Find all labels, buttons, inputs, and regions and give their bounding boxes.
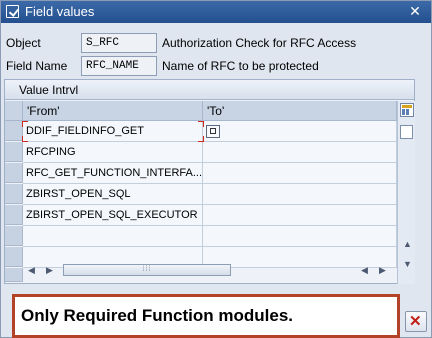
table-row-from-cell[interactable]: RFC_GET_FUNCTION_INTERFA...	[23, 163, 203, 184]
table-title: Value Intrvl	[5, 80, 414, 100]
row-selector[interactable]	[5, 205, 23, 225]
table-row-to-cell[interactable]	[203, 121, 397, 142]
column-header-to[interactable]: 'To'	[203, 101, 397, 121]
table-row-from-cell[interactable]	[23, 226, 203, 247]
row-selector[interactable]	[5, 247, 23, 267]
scroll-right-icon[interactable]: ▶	[46, 265, 53, 276]
scroll-up-icon[interactable]: ▲	[403, 239, 412, 249]
table-row-to-cell[interactable]	[203, 163, 397, 184]
horizontal-scroll-thumb[interactable]: ⁞⁞⁞	[63, 264, 231, 276]
row-selector[interactable]	[5, 121, 23, 141]
field-name-field: RFC_NAME	[81, 56, 157, 76]
table-row-to-cell[interactable]	[203, 205, 397, 226]
value-interval-table: Value Intrvl 'From' 'To' DDIF_FIELDINFO_…	[4, 79, 415, 284]
row-selector[interactable]	[5, 142, 23, 162]
vertical-scrollbar[interactable]: ▲ ▼	[397, 101, 415, 284]
object-description: Authorization Check for RFC Access	[162, 36, 357, 50]
table-row-to-cell[interactable]	[203, 142, 397, 163]
focus-corner	[22, 121, 28, 127]
table-row-from-cell[interactable]: DDIF_FIELDINFO_GET	[23, 121, 203, 142]
window-title: Field values	[25, 4, 95, 19]
focus-corner	[198, 121, 204, 127]
column-settings-icon[interactable]	[400, 103, 414, 117]
close-icon[interactable]: ✕	[407, 3, 423, 19]
field-name-label: Field Name	[6, 59, 68, 73]
checkbox-icon	[6, 5, 19, 18]
table-row-to-cell[interactable]	[203, 226, 397, 247]
object-field: S_RFC	[81, 33, 157, 53]
row-selector[interactable]	[5, 163, 23, 183]
cancel-button[interactable]	[405, 311, 427, 332]
object-label: Object	[6, 36, 41, 50]
table-row-from-cell[interactable]: RFCPING	[23, 142, 203, 163]
annotation-callout: Only Required Function modules.	[12, 294, 400, 338]
row-selector[interactable]	[5, 268, 23, 282]
scroll-left-icon[interactable]: ◀	[361, 265, 368, 276]
field-name-description: Name of RFC to be protected	[162, 59, 319, 73]
table-row-to-cell[interactable]	[203, 184, 397, 205]
scroll-down-icon[interactable]: ▼	[403, 259, 412, 269]
scroll-left-icon[interactable]: ◀	[28, 265, 35, 276]
scroll-thumb[interactable]	[400, 125, 413, 139]
scroll-right-icon[interactable]: ▶	[379, 265, 386, 276]
field-values-dialog: Field values ✕ Object S_RFC Authorizatio…	[0, 0, 432, 338]
row-selector[interactable]	[5, 226, 23, 246]
row-selector[interactable]	[5, 184, 23, 204]
table-row-from-cell[interactable]: ZBIRST_OPEN_SQL_EXECUTOR	[23, 205, 203, 226]
title-bar: Field values ✕	[1, 1, 431, 23]
horizontal-scrollbar[interactable]: ◀ ▶ ⁞⁞⁞ ◀ ▶	[23, 261, 397, 279]
select-all-header[interactable]	[5, 101, 23, 121]
column-header-from[interactable]: 'From'	[23, 101, 203, 121]
table-row-from-cell[interactable]: ZBIRST_OPEN_SQL	[23, 184, 203, 205]
value-help-icon[interactable]	[206, 125, 220, 138]
